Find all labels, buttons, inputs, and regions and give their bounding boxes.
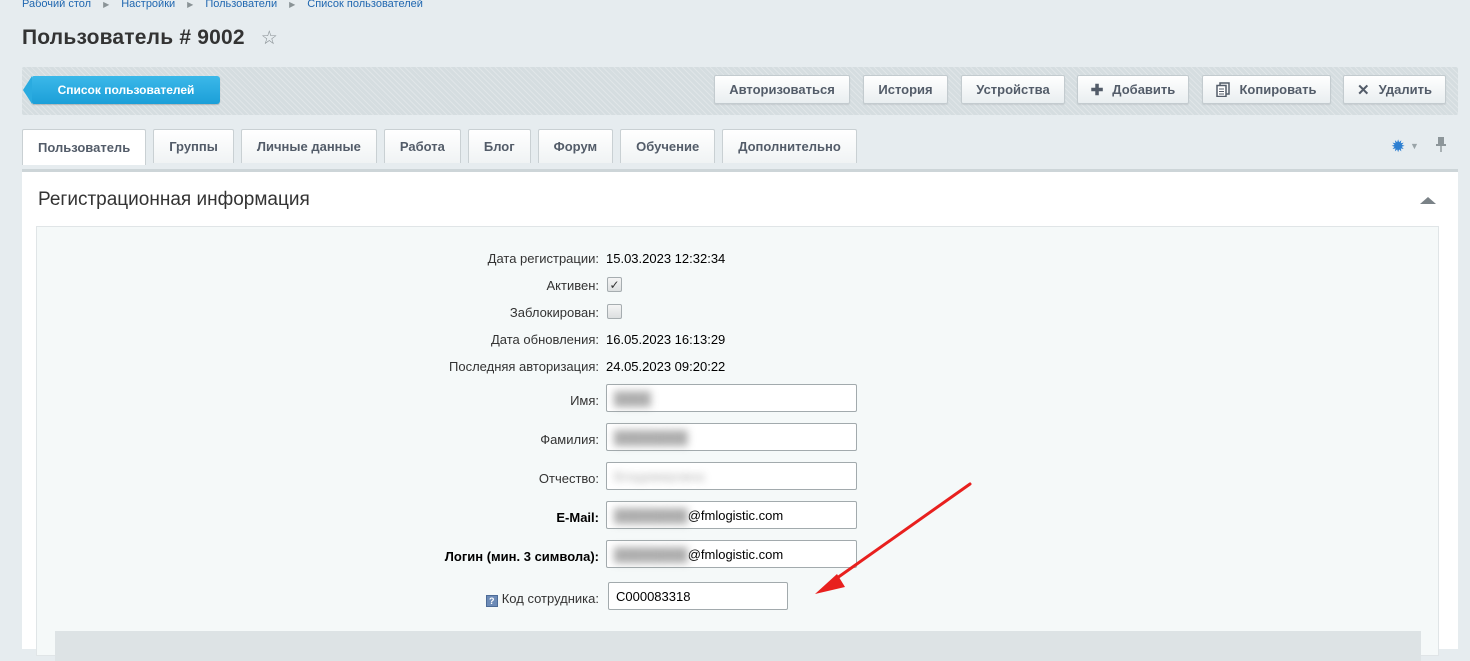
help-icon[interactable]: ? (485, 595, 498, 607)
active-checkbox[interactable]: ✓ (607, 277, 622, 292)
name-value-redacted: ████ (614, 390, 651, 406)
patronymic-field[interactable]: Владимировна (606, 462, 857, 490)
login-domain: @fmlogistic.com (687, 546, 784, 562)
tab-forum[interactable]: Форум (537, 129, 614, 163)
tab-additional[interactable]: Дополнительно (722, 129, 857, 163)
delete-button[interactable]: ✕ Удалить (1343, 75, 1446, 104)
copy-button[interactable]: Копировать (1202, 75, 1331, 104)
chevron-right-icon: ▶ (103, 0, 110, 9)
surname-label: Фамилия: (540, 432, 599, 447)
active-row: Активен: ✓ (37, 275, 1437, 295)
breadcrumb-user-list[interactable]: Список пользователей (307, 0, 423, 10)
update-date-value: 16.05.2023 16:13:29 (606, 332, 726, 347)
chevron-right-icon: ▶ (187, 0, 194, 9)
login-label: Логин (мин. 3 символа): (444, 549, 599, 564)
login-local-redacted: ████████ (614, 546, 688, 562)
authorize-button[interactable]: Авторизоваться (714, 75, 850, 104)
breadcrumb: Рабочий стол ▶ Настройки ▶ Пользователи … (22, 0, 423, 10)
delete-label: Удалить (1378, 82, 1432, 97)
history-label: История (878, 82, 933, 97)
blocked-label: Заблокирован: (509, 305, 599, 320)
history-button[interactable]: История (863, 75, 948, 104)
pin-icon[interactable] (1435, 136, 1447, 156)
breadcrumb-desktop[interactable]: Рабочий стол (22, 0, 91, 10)
reg-date-label: Дата регистрации: (487, 251, 599, 266)
section-title: Регистрационная информация (38, 189, 310, 210)
add-label: Добавить (1112, 82, 1176, 97)
patronymic-label: Отчество: (538, 471, 599, 486)
tab-learning[interactable]: Обучение (620, 129, 716, 163)
user-list-button[interactable]: Список пользователей (23, 76, 220, 104)
patronymic-value: Владимировна (614, 468, 705, 484)
email-local-redacted: ████████ (614, 507, 688, 523)
blocked-checkbox[interactable] (607, 304, 622, 319)
reg-date-value: 15.03.2023 12:32:34 (606, 251, 726, 266)
devices-label: Устройства (976, 82, 1050, 97)
update-date-row: Дата обновления: 16.05.2023 16:13:29 (37, 329, 1437, 349)
employee-code-label: Код сотрудника: (501, 591, 599, 606)
name-label: Имя: (570, 393, 599, 408)
gear-icon[interactable]: ✹ (1391, 137, 1405, 157)
registration-panel: Регистрационная информация Дата регистра… (22, 169, 1458, 661)
tab-groups[interactable]: Группы (153, 129, 234, 163)
employee-code-field[interactable]: C000083318 (608, 582, 788, 610)
employee-code-value: C000083318 (616, 588, 691, 604)
add-button[interactable]: ✚ Добавить (1077, 75, 1189, 104)
authorize-label: Авторизоваться (729, 82, 835, 97)
last-auth-label: Последняя авторизация: (449, 359, 599, 374)
reg-date-row: Дата регистрации: 15.03.2023 12:32:34 (37, 248, 1437, 268)
tab-work[interactable]: Работа (383, 129, 461, 163)
tab-bar: Пользователь Группы Личные данные Работа… (22, 129, 864, 165)
active-label: Активен: (546, 278, 599, 293)
copy-label: Копировать (1239, 82, 1317, 97)
title-row: Пользователь # 9002 ☆ (22, 26, 278, 50)
star-icon[interactable]: ☆ (261, 27, 278, 50)
devices-button[interactable]: Устройства (961, 75, 1065, 104)
email-domain: @fmlogistic.com (687, 507, 784, 523)
close-icon: ✕ (1357, 81, 1370, 99)
surname-value-redacted: ████████ (614, 429, 688, 445)
tab-user[interactable]: Пользователь (22, 129, 147, 165)
copy-icon (1216, 82, 1231, 97)
login-field[interactable]: ████████ @fmlogistic.com (606, 540, 857, 568)
tab-personal-data[interactable]: Личные данные (240, 129, 377, 163)
last-auth-row: Последняя авторизация: 24.05.2023 09:20:… (37, 356, 1437, 376)
email-field[interactable]: ████████ @fmlogistic.com (606, 501, 857, 529)
breadcrumb-settings[interactable]: Настройки (121, 0, 175, 10)
chevron-right-icon: ▶ (289, 0, 296, 9)
name-field[interactable]: ████ (606, 384, 857, 412)
breadcrumb-users[interactable]: Пользователи (205, 0, 277, 10)
toolbar: Список пользователей Авторизоваться Исто… (22, 67, 1458, 115)
chevron-down-icon[interactable]: ▼ (1410, 141, 1419, 151)
last-auth-value: 24.05.2023 09:20:22 (606, 359, 726, 374)
page-title: Пользователь # 9002 (22, 26, 245, 49)
collapse-icon[interactable] (1420, 197, 1436, 204)
form-area: Дата регистрации: 15.03.2023 12:32:34 Ак… (36, 226, 1439, 661)
plus-icon: ✚ (1090, 81, 1104, 99)
surname-field[interactable]: ████████ (606, 423, 857, 451)
email-label: E-Mail: (556, 510, 599, 525)
blocked-row: Заблокирован: (37, 302, 1437, 322)
update-date-label: Дата обновления: (491, 332, 599, 347)
tab-blog[interactable]: Блог (467, 129, 531, 163)
employee-code-label-wrap: ? Код сотрудника: (485, 591, 599, 607)
section-footer-bar (55, 631, 1421, 661)
